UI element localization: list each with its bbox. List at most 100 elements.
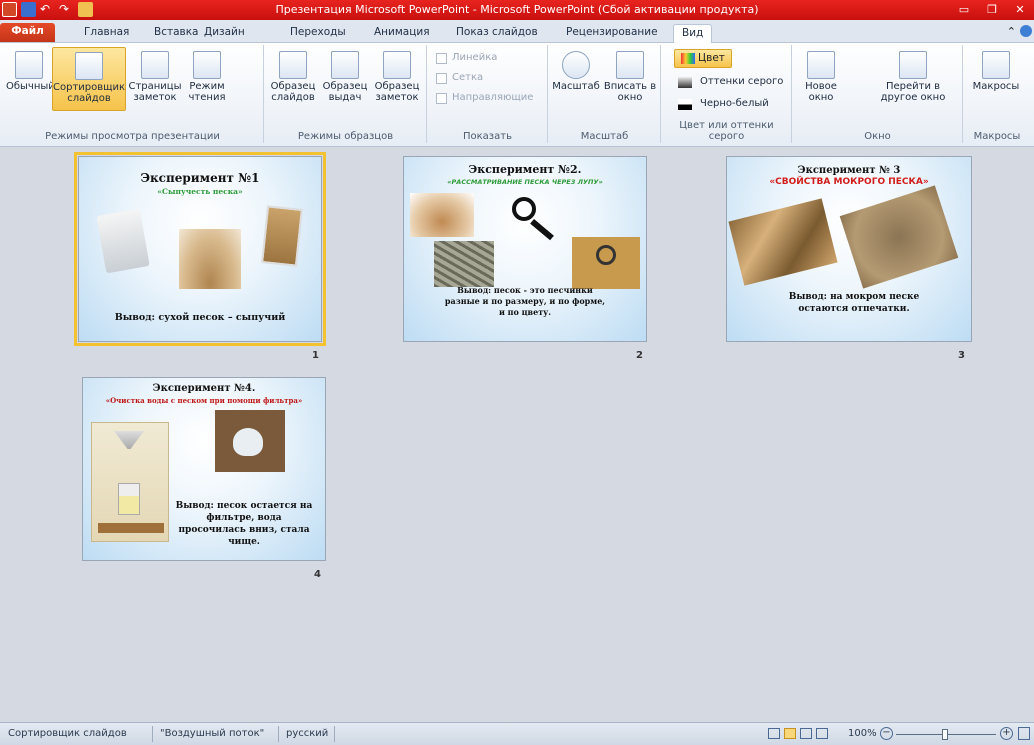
tab-file[interactable]: Файл bbox=[0, 23, 55, 42]
quick-access-toolbar: ↶ ↷ bbox=[2, 2, 93, 17]
zoom-in-icon[interactable]: + bbox=[1000, 727, 1013, 740]
color-button[interactable]: Цвет bbox=[674, 49, 732, 68]
group-window: Новое окно Перейти в другое окно Окно bbox=[793, 45, 963, 143]
slide-number-2: 2 bbox=[636, 350, 643, 361]
sand-glass-image bbox=[261, 205, 303, 267]
ribbon-tabs: Файл Главная Вставка Дизайн Переходы Ани… bbox=[0, 20, 1034, 43]
zoom-button[interactable]: Масштаб bbox=[551, 47, 601, 111]
magnifier-icon bbox=[562, 51, 590, 79]
slide-title: Эксперимент №4. bbox=[152, 383, 256, 394]
collapse-ribbon-icon[interactable]: ⌃ bbox=[1007, 25, 1016, 38]
glass-image bbox=[96, 208, 150, 274]
fit-window-icon bbox=[616, 51, 644, 79]
title-bar: ↶ ↷ Презентация Microsoft PowerPoint - M… bbox=[0, 0, 1034, 20]
reading-view-status-icon[interactable] bbox=[800, 728, 812, 739]
tab-slideshow[interactable]: Показ слайдов bbox=[448, 24, 546, 43]
funnel-photo-image bbox=[215, 410, 285, 472]
help-icon[interactable] bbox=[1020, 25, 1032, 37]
grayscale-button[interactable]: Оттенки серого bbox=[678, 73, 783, 91]
slide-body-text: Вывод: на мокром песке остаются отпечатк… bbox=[788, 292, 920, 314]
notes-page-icon bbox=[141, 51, 169, 79]
status-bar: Сортировщик слайдов "Воздушный поток" ру… bbox=[0, 722, 1034, 745]
slide-number-3: 3 bbox=[958, 350, 965, 361]
magnifier-image bbox=[504, 193, 566, 241]
new-window-button[interactable]: Новое окно bbox=[797, 47, 845, 111]
grid-checkbox[interactable]: Сетка bbox=[436, 69, 483, 87]
slide-sorter-pane: Эксперимент №1 «Сыпучесть песка» Вывод: … bbox=[8, 147, 1028, 718]
tab-animations[interactable]: Анимация bbox=[366, 24, 438, 43]
undo-icon[interactable]: ↶ bbox=[40, 2, 55, 17]
normal-view-button[interactable]: Обычный bbox=[6, 47, 55, 111]
sand-pile-image bbox=[179, 229, 241, 289]
zoom-out-icon[interactable]: − bbox=[880, 727, 893, 740]
ruler-checkbox[interactable]: Линейка bbox=[436, 49, 497, 67]
tab-view[interactable]: Вид bbox=[673, 24, 713, 43]
fit-window-button[interactable]: Вписать в окно bbox=[603, 47, 657, 111]
tab-home[interactable]: Главная bbox=[76, 24, 137, 43]
handout-master-button[interactable]: Образец выдач bbox=[319, 47, 371, 111]
tab-transitions[interactable]: Переходы bbox=[282, 24, 354, 43]
reading-view-button[interactable]: Режим чтения bbox=[184, 47, 230, 111]
group-macros: Макросы Макросы bbox=[964, 45, 1030, 143]
slide-master-button[interactable]: Образец слайдов bbox=[267, 47, 319, 111]
slide-number-1: 1 bbox=[312, 350, 319, 361]
handout-master-icon bbox=[331, 51, 359, 79]
slide-body-text: Вывод: песок - это песчинки разные и по … bbox=[444, 285, 606, 317]
slideshow-icon[interactable] bbox=[78, 2, 93, 17]
guides-checkbox[interactable]: Направляющие bbox=[436, 89, 533, 107]
language-status[interactable]: русский bbox=[286, 728, 328, 739]
slide-master-icon bbox=[279, 51, 307, 79]
slide-subtitle: «Очистка воды с песком при помощи фильтр… bbox=[105, 396, 303, 405]
powerpoint-logo-icon bbox=[2, 2, 17, 17]
black-white-button[interactable]: Черно-белый bbox=[678, 95, 769, 113]
notes-page-button[interactable]: Страницы заметок bbox=[128, 47, 182, 111]
group-show: Линейка Сетка Направляющие Показать bbox=[428, 45, 548, 143]
macros-button[interactable]: Макросы bbox=[970, 47, 1022, 111]
slide-title: Эксперимент №1 bbox=[140, 171, 260, 185]
slide-body-text: Вывод: сухой песок – сыпучий bbox=[114, 312, 286, 323]
window-title: Презентация Microsoft PowerPoint - Micro… bbox=[275, 3, 759, 16]
slide-sorter-status-icon[interactable] bbox=[784, 728, 796, 739]
tab-design[interactable]: Дизайн bbox=[196, 24, 253, 43]
reading-view-icon bbox=[193, 51, 221, 79]
view-status: Сортировщик слайдов bbox=[8, 728, 127, 739]
normal-view-status-icon[interactable] bbox=[768, 728, 780, 739]
slide-thumbnail-3[interactable]: Эксперимент № 3 «СВОЙСТВА МОКРОГО ПЕСКА»… bbox=[726, 156, 972, 342]
close-button[interactable]: ✕ bbox=[1006, 0, 1034, 20]
macros-icon bbox=[982, 51, 1010, 79]
zoom-level[interactable]: 100% bbox=[848, 728, 877, 739]
theme-status[interactable]: "Воздушный поток" bbox=[160, 728, 264, 739]
sand-magnifier-image bbox=[572, 237, 640, 289]
slide-body-text: Вывод: песок остается на фильтре, вода п… bbox=[175, 501, 313, 547]
wet-sand-image bbox=[728, 198, 838, 286]
slide-thumbnail-1[interactable]: Эксперимент №1 «Сыпучесть песка» Вывод: … bbox=[74, 152, 326, 346]
switch-window-button[interactable]: Перейти в другое окно bbox=[873, 47, 953, 111]
notes-master-button[interactable]: Образец заметок bbox=[371, 47, 423, 111]
slide-title: Эксперимент №2. bbox=[468, 163, 582, 176]
sand-image bbox=[410, 193, 474, 237]
slide-sorter-icon bbox=[75, 52, 103, 80]
group-views: Обычный Сортировщик слайдов Страницы зам… bbox=[2, 45, 264, 143]
filter-setup-image bbox=[91, 422, 169, 542]
slide-thumbnail-2[interactable]: Эксперимент №2. «РАССМАТРИВАНИЕ ПЕСКА ЧЕ… bbox=[403, 156, 647, 342]
handprint-image bbox=[839, 185, 959, 289]
slide-sorter-button[interactable]: Сортировщик слайдов bbox=[52, 47, 126, 111]
slide-title: Эксперимент № 3 bbox=[797, 165, 901, 176]
minimize-button[interactable]: ▭ bbox=[950, 0, 978, 20]
maximize-button[interactable]: ❐ bbox=[978, 0, 1006, 20]
switch-window-icon bbox=[899, 51, 927, 79]
color-swatch-icon bbox=[681, 52, 695, 64]
redo-icon[interactable]: ↷ bbox=[59, 2, 74, 17]
group-zoom: Масштаб Вписать в окно Масштаб bbox=[549, 45, 661, 143]
ribbon: Обычный Сортировщик слайдов Страницы зам… bbox=[0, 43, 1034, 147]
slideshow-status-icon[interactable] bbox=[816, 728, 828, 739]
slide-thumbnail-4[interactable]: Эксперимент №4. «Очистка воды с песком п… bbox=[82, 377, 326, 561]
normal-view-icon bbox=[15, 51, 43, 79]
save-icon[interactable] bbox=[21, 2, 36, 17]
zoom-slider-thumb[interactable] bbox=[942, 729, 948, 740]
group-color: Цвет Оттенки серого Черно-белый Цвет или… bbox=[662, 45, 792, 143]
notes-master-icon bbox=[383, 51, 411, 79]
slide-number-4: 4 bbox=[314, 569, 321, 580]
fit-slide-icon[interactable] bbox=[1018, 727, 1030, 740]
tab-review[interactable]: Рецензирование bbox=[558, 24, 666, 43]
